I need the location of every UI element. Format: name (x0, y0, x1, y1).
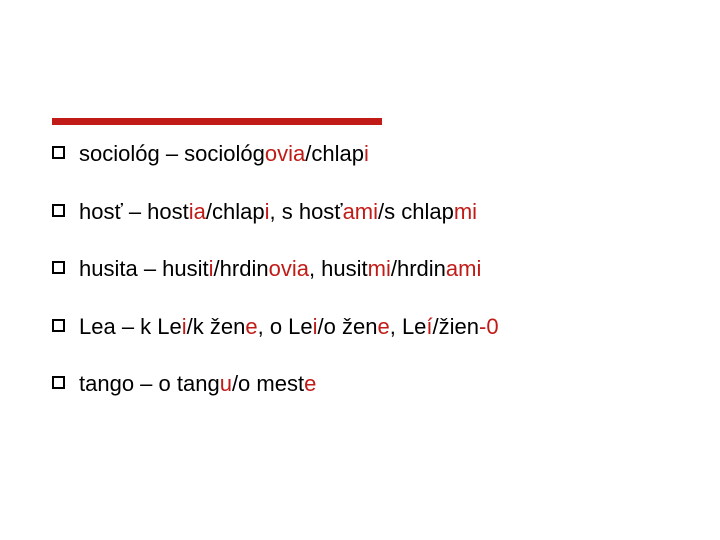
list-item: sociológ – sociológovia/chlapi (52, 140, 680, 168)
square-bullet-icon (52, 261, 65, 274)
horizontal-rule (52, 118, 382, 125)
list-item: Lea – k Lei/k žene, o Lei/o žene, Leí/ži… (52, 313, 680, 341)
list-item: hosť – hostia/chlapi, s hosťami/s chlapm… (52, 198, 680, 226)
list-item-text: sociológ – sociológovia/chlapi (79, 140, 369, 168)
square-bullet-icon (52, 376, 65, 389)
list-item: tango – o tangu/o meste (52, 370, 680, 398)
bullet-list: sociológ – sociológovia/chlapi hosť – hos… (52, 140, 680, 428)
list-item-text: Lea – k Lei/k žene, o Lei/o žene, Leí/ži… (79, 313, 499, 341)
slide: sociológ – sociológovia/chlapi hosť – hos… (0, 0, 720, 540)
list-item-text: tango – o tangu/o meste (79, 370, 316, 398)
list-item: husita – husiti/hrdinovia, husitmi/hrdin… (52, 255, 680, 283)
list-item-text: hosť – hostia/chlapi, s hosťami/s chlapm… (79, 198, 477, 226)
square-bullet-icon (52, 146, 65, 159)
list-item-text: husita – husiti/hrdinovia, husitmi/hrdin… (79, 255, 481, 283)
square-bullet-icon (52, 319, 65, 332)
square-bullet-icon (52, 204, 65, 217)
